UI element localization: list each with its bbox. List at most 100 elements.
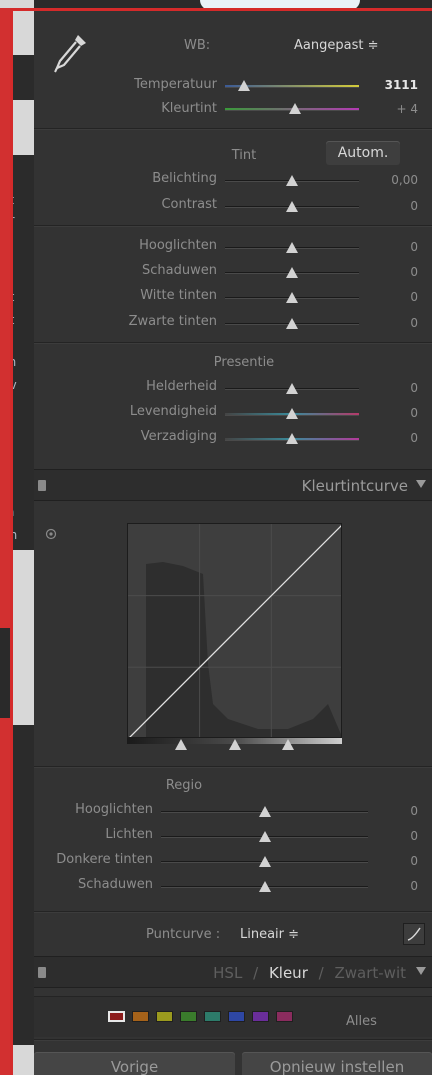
whites-label: Witte tinten — [140, 288, 217, 303]
panel-switch-icon[interactable] — [38, 480, 46, 491]
temperature-slider[interactable] — [225, 80, 359, 91]
curve-darks-slider[interactable] — [161, 856, 368, 867]
edit-point-curve-button[interactable] — [403, 923, 425, 945]
clarity-label: Helderheid — [146, 379, 217, 394]
tone-curve-header[interactable]: Kleurtintcurve — [34, 469, 432, 501]
curve-split-slider[interactable] — [127, 739, 342, 750]
temperature-label: Temperatuur — [134, 77, 217, 92]
highlight-border — [0, 8, 13, 1075]
highlights-label: Hooglichten — [139, 238, 217, 253]
clarity-slider[interactable] — [225, 383, 359, 394]
curve-shadows-slider[interactable] — [161, 881, 368, 892]
tint-label: Kleurtint — [161, 101, 217, 116]
curve-darks-value[interactable]: 0 — [378, 854, 418, 868]
exposure-label: Belichting — [152, 171, 217, 186]
curve-highlights-value[interactable]: 0 — [378, 804, 418, 818]
curve-lights-label: Lichten — [105, 827, 153, 842]
region-title: Regio — [165, 778, 203, 793]
collapse-triangle-icon[interactable] — [416, 967, 426, 975]
color-swatch[interactable] — [108, 1011, 125, 1022]
curve-lights-slider[interactable] — [161, 831, 368, 842]
contrast-value[interactable]: 0 — [378, 199, 418, 213]
exposure-slider[interactable] — [225, 175, 359, 186]
color-swatch[interactable] — [228, 1011, 245, 1022]
auto-tone-button[interactable]: Autom. — [326, 141, 400, 165]
curve-shadows-value[interactable]: 0 — [378, 879, 418, 893]
tone-curve-title: Kleurtintcurve — [301, 477, 408, 495]
reset-button[interactable]: Opnieuw instellen — [242, 1052, 432, 1075]
exposure-value[interactable]: 0,00 — [378, 173, 418, 187]
curve-split-right-thumb[interactable] — [282, 739, 295, 750]
color-swatch[interactable] — [180, 1011, 197, 1022]
tab-black-white[interactable]: Zwart-wit — [334, 964, 406, 982]
color-swatch[interactable] — [276, 1011, 293, 1022]
temperature-value[interactable]: 3111 — [378, 78, 418, 92]
saturation-label: Verzadiging — [140, 429, 217, 444]
shadows-slider-thumb[interactable] — [286, 267, 298, 278]
previous-button[interactable]: Vorige — [34, 1052, 235, 1075]
highlights-slider[interactable] — [225, 242, 359, 253]
target-adjustment-icon[interactable] — [45, 528, 57, 540]
color-swatch[interactable] — [132, 1011, 149, 1022]
highlights-value[interactable]: 0 — [378, 240, 418, 254]
shadows-label: Schaduwen — [142, 263, 217, 278]
curve-split-mid-thumb[interactable] — [228, 739, 241, 750]
contrast-slider-thumb[interactable] — [286, 201, 298, 212]
vibrance-value[interactable]: 0 — [378, 406, 418, 420]
color-swatch[interactable] — [252, 1011, 269, 1022]
saturation-slider-thumb[interactable] — [286, 433, 298, 444]
clarity-value[interactable]: 0 — [378, 381, 418, 395]
collapse-triangle-icon[interactable] — [416, 480, 426, 488]
vibrance-slider[interactable] — [225, 408, 359, 419]
tab-separator: / — [318, 964, 324, 982]
curve-split-left-thumb[interactable] — [174, 739, 187, 750]
point-curve-select[interactable]: Lineair ≑ — [240, 927, 299, 942]
contrast-label: Contrast — [161, 197, 217, 212]
tab-hsl[interactable]: HSL — [213, 964, 242, 982]
curve-lights-slider-thumb[interactable] — [258, 831, 271, 842]
tab-color[interactable]: Kleur — [269, 964, 308, 982]
contrast-slider[interactable] — [225, 201, 359, 212]
tint-value[interactable]: + 4 — [378, 102, 418, 116]
clarity-slider-thumb[interactable] — [286, 383, 298, 394]
shadows-slider[interactable] — [225, 267, 359, 278]
develop-panel: WB: Aangepast ≑ Temperatuur 3111 Kleurti… — [34, 11, 432, 1075]
tint-slider-thumb[interactable] — [288, 103, 301, 114]
vibrance-label: Levendigheid — [129, 404, 217, 419]
saturation-slider[interactable] — [225, 433, 359, 444]
temperature-slider-thumb[interactable] — [237, 80, 250, 91]
saturation-value[interactable]: 0 — [378, 431, 418, 445]
wb-label: WB: — [184, 38, 211, 53]
curve-highlights-label: Hooglichten — [75, 802, 153, 817]
color-swatch[interactable] — [156, 1011, 173, 1022]
curve-shadows-slider-thumb[interactable] — [258, 881, 271, 892]
curve-darks-slider-thumb[interactable] — [258, 856, 271, 867]
vibrance-slider-thumb[interactable] — [286, 408, 298, 419]
whites-slider[interactable] — [225, 292, 359, 303]
tone-title: Tint — [231, 148, 257, 163]
blacks-slider[interactable] — [225, 318, 359, 329]
color-swatch[interactable] — [204, 1011, 221, 1022]
hsl-header: HSL / Kleur / Zwart-wit — [34, 956, 432, 988]
tint-slider[interactable] — [225, 103, 359, 114]
curve-highlights-slider[interactable] — [161, 806, 368, 817]
curve-darks-label: Donkere tinten — [56, 852, 153, 867]
background-decoration — [200, 0, 360, 10]
tab-separator: / — [253, 964, 259, 982]
curve-lights-value[interactable]: 0 — [378, 829, 418, 843]
wb-preset-select[interactable]: Aangepast ≑ — [294, 38, 404, 53]
blacks-value[interactable]: 0 — [378, 316, 418, 330]
presence-title: Presentie — [213, 355, 275, 370]
whites-value[interactable]: 0 — [378, 290, 418, 304]
eyedropper-icon[interactable] — [50, 31, 90, 75]
exposure-slider-thumb[interactable] — [286, 175, 298, 186]
blacks-slider-thumb[interactable] — [286, 318, 298, 329]
panel-switch-icon[interactable] — [38, 967, 46, 978]
curve-highlights-slider-thumb[interactable] — [258, 806, 271, 817]
shadows-value[interactable]: 0 — [378, 265, 418, 279]
whites-slider-thumb[interactable] — [286, 292, 298, 303]
highlights-slider-thumb[interactable] — [286, 242, 298, 253]
curve-shadows-label: Schaduwen — [78, 877, 153, 892]
tone-curve-graph[interactable] — [127, 523, 342, 738]
all-colors-label[interactable]: Alles — [346, 1014, 377, 1029]
